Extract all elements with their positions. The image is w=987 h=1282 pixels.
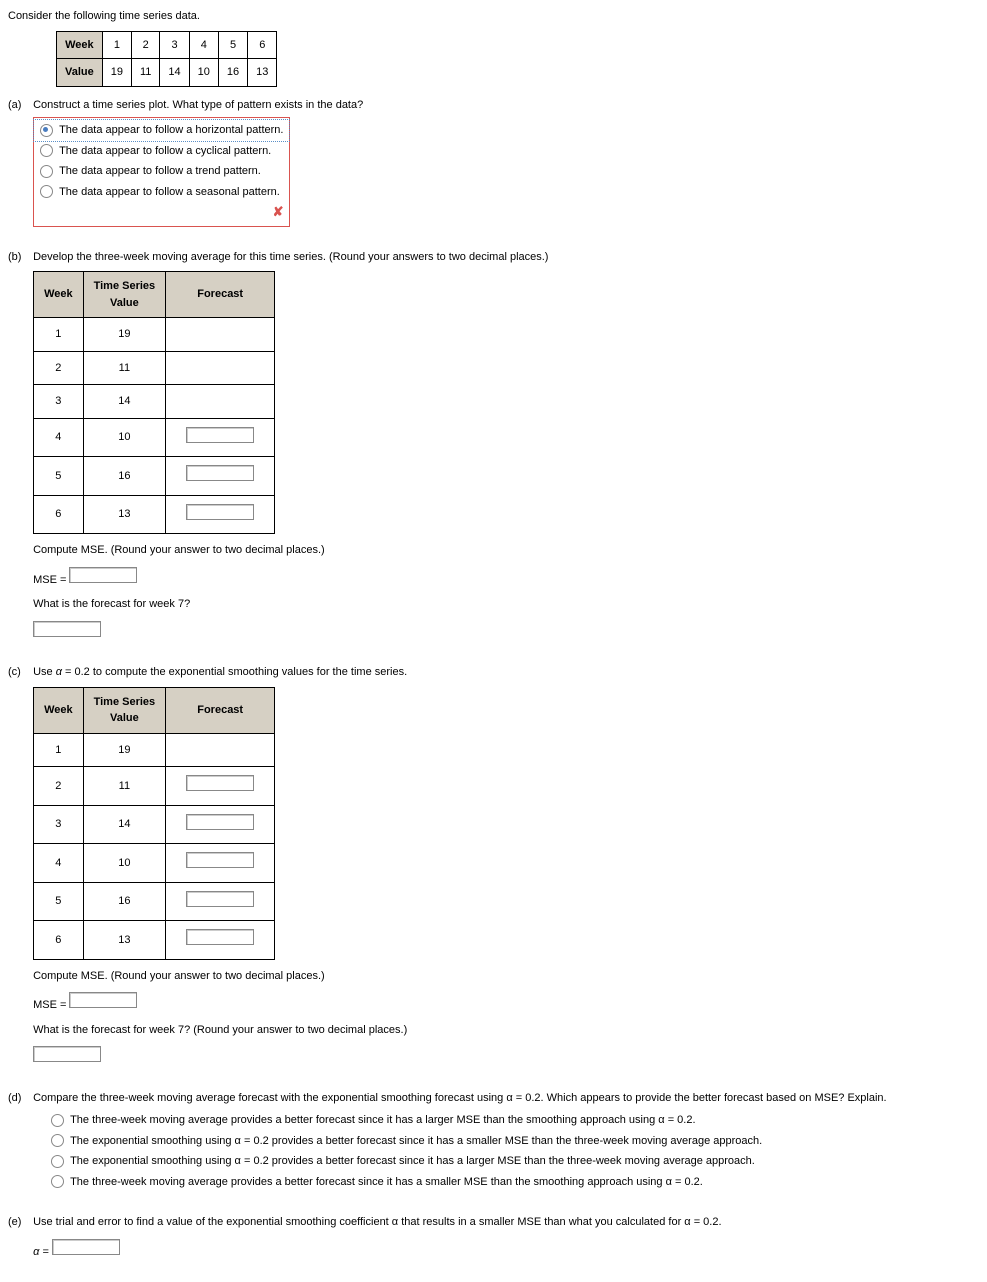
part-d-option-1[interactable]: The three-week moving average provides a… <box>51 1110 973 1131</box>
table-row: 516 <box>34 457 275 496</box>
data-row-label-value: Value <box>57 59 103 87</box>
table-row: 613 <box>34 495 275 534</box>
data-week-4: 4 <box>189 31 218 59</box>
forecast-input-b5[interactable] <box>186 465 254 481</box>
table-row: 410 <box>34 844 275 883</box>
table-row: 211 <box>34 767 275 806</box>
part-d: (d) Compare the three-week moving averag… <box>8 1090 987 1193</box>
week7-input-c[interactable] <box>33 1046 101 1062</box>
radio-icon[interactable] <box>51 1134 64 1147</box>
data-row-label-week: Week <box>57 31 103 59</box>
forecast-input-b4[interactable] <box>186 427 254 443</box>
table-row: 516 <box>34 882 275 921</box>
part-a-option-box: The data appear to follow a horizontal p… <box>33 117 290 227</box>
radio-icon[interactable] <box>40 124 53 137</box>
col-forecast: Forecast <box>166 687 275 733</box>
radio-icon[interactable] <box>51 1155 64 1168</box>
radio-icon[interactable] <box>51 1114 64 1127</box>
part-a-label: (a) <box>8 97 30 114</box>
table-row: 119 <box>34 733 275 767</box>
part-b-table: Week Time SeriesValue Forecast 119 211 3… <box>33 271 275 534</box>
table-row: 314 <box>34 385 275 419</box>
week7-input-b[interactable] <box>33 621 101 637</box>
part-d-option-3[interactable]: The exponential smoothing using α = 0.2 … <box>51 1151 973 1172</box>
part-a-option-3[interactable]: The data appear to follow a trend patter… <box>34 161 289 182</box>
option-text: The exponential smoothing using α = 0.2 … <box>70 1133 762 1150</box>
forecast-input-c6[interactable] <box>186 929 254 945</box>
forecast-input-c2[interactable] <box>186 775 254 791</box>
part-b-q2: What is the forecast for week 7? <box>33 596 973 613</box>
table-row: 119 <box>34 318 275 352</box>
table-row: 613 <box>34 921 275 960</box>
part-a-option-1[interactable]: The data appear to follow a horizontal p… <box>34 120 289 141</box>
option-text: The three-week moving average provides a… <box>70 1112 695 1129</box>
table-row: 211 <box>34 351 275 385</box>
part-d-prompt: Compare the three-week moving average fo… <box>33 1092 887 1104</box>
data-value-1: 19 <box>102 59 131 87</box>
part-a: (a) Construct a time series plot. What t… <box>8 97 987 227</box>
part-a-option-2[interactable]: The data appear to follow a cyclical pat… <box>34 141 289 162</box>
part-a-option-4[interactable]: The data appear to follow a seasonal pat… <box>34 182 289 203</box>
col-forecast: Forecast <box>166 272 275 318</box>
option-text: The exponential smoothing using α = 0.2 … <box>70 1153 755 1170</box>
option-text: The data appear to follow a trend patter… <box>59 163 261 180</box>
part-b-mse-prompt: Compute MSE. (Round your answer to two d… <box>33 542 973 559</box>
col-week: Week <box>34 272 84 318</box>
part-b: (b) Develop the three-week moving averag… <box>8 249 987 643</box>
alpha-input-e[interactable] <box>52 1239 120 1255</box>
part-e-label: (e) <box>8 1214 30 1231</box>
radio-icon[interactable] <box>40 144 53 157</box>
radio-icon[interactable] <box>51 1175 64 1188</box>
radio-icon[interactable] <box>40 185 53 198</box>
data-value-5: 16 <box>218 59 247 87</box>
data-value-6: 13 <box>248 59 277 87</box>
option-text: The data appear to follow a horizontal p… <box>59 122 283 139</box>
part-c-label: (c) <box>8 664 30 681</box>
data-value-3: 14 <box>160 59 189 87</box>
option-text: The data appear to follow a cyclical pat… <box>59 143 271 160</box>
part-d-option-2[interactable]: The exponential smoothing using α = 0.2 … <box>51 1131 973 1152</box>
data-value-4: 10 <box>189 59 218 87</box>
mse-input-b[interactable] <box>69 567 137 583</box>
part-e: (e) Use trial and error to find a value … <box>8 1214 987 1260</box>
forecast-input-c5[interactable] <box>186 891 254 907</box>
part-d-option-4[interactable]: The three-week moving average provides a… <box>51 1172 973 1193</box>
part-e-prompt: Use trial and error to find a value of t… <box>33 1216 721 1228</box>
table-row: 314 <box>34 805 275 844</box>
alpha-label: α = <box>33 1246 49 1258</box>
data-week-5: 5 <box>218 31 247 59</box>
data-week-6: 6 <box>248 31 277 59</box>
col-ts-value: Time SeriesValue <box>83 687 166 733</box>
option-text: The three-week moving average provides a… <box>70 1174 703 1191</box>
forecast-input-c4[interactable] <box>186 852 254 868</box>
radio-icon[interactable] <box>40 165 53 178</box>
part-c-prompt: Use α = 0.2 to compute the exponential s… <box>33 666 407 678</box>
col-ts-value: Time SeriesValue <box>83 272 166 318</box>
part-a-prompt: Construct a time series plot. What type … <box>33 99 363 111</box>
data-table: Week 1 2 3 4 5 6 Value 19 11 14 10 16 13 <box>56 31 277 87</box>
intro-text: Consider the following time series data. <box>8 8 987 25</box>
data-value-2: 11 <box>132 59 160 87</box>
col-week: Week <box>34 687 84 733</box>
part-b-prompt: Develop the three-week moving average fo… <box>33 251 548 263</box>
table-row: 410 <box>34 418 275 457</box>
part-c-table: Week Time SeriesValue Forecast 119 211 3… <box>33 687 275 960</box>
part-c-mse-prompt: Compute MSE. (Round your answer to two d… <box>33 968 973 985</box>
part-b-label: (b) <box>8 249 30 266</box>
part-c: (c) Use α = 0.2 to compute the exponenti… <box>8 664 987 1068</box>
mse-label: MSE = <box>33 574 66 586</box>
option-text: The data appear to follow a seasonal pat… <box>59 184 280 201</box>
incorrect-x-icon: ✘ <box>34 202 289 224</box>
data-week-3: 3 <box>160 31 189 59</box>
forecast-input-b6[interactable] <box>186 504 254 520</box>
mse-input-c[interactable] <box>69 992 137 1008</box>
mse-label: MSE = <box>33 999 66 1011</box>
data-week-1: 1 <box>102 31 131 59</box>
data-week-2: 2 <box>132 31 160 59</box>
part-d-label: (d) <box>8 1090 30 1107</box>
forecast-input-c3[interactable] <box>186 814 254 830</box>
